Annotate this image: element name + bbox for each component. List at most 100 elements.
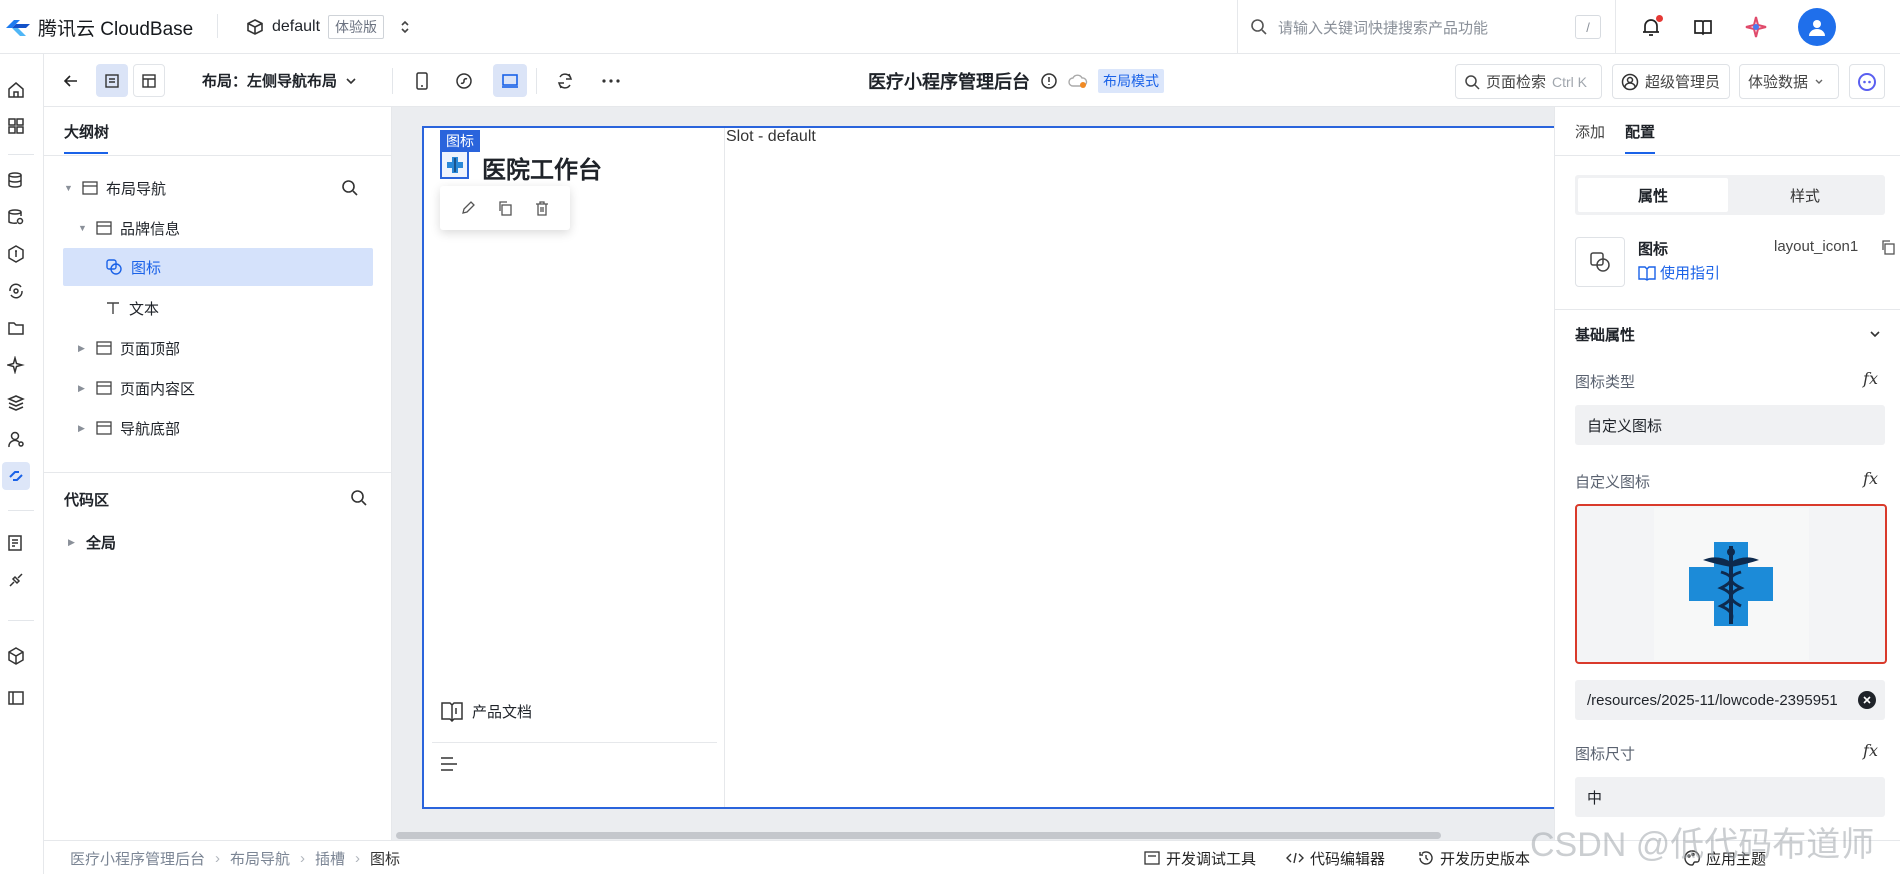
tree-item-text[interactable]: 文本 <box>105 289 159 327</box>
page-search-shortcut: Ctrl K <box>1552 73 1588 90</box>
tree-item-page-top[interactable]: ▶ 页面顶部 <box>78 329 180 367</box>
page-search-button[interactable]: 页面检索 Ctrl K <box>1455 64 1602 99</box>
tab-outline[interactable]: 大纲树 <box>64 121 109 142</box>
package-icon[interactable] <box>2 642 30 670</box>
medical-cross-icon <box>446 156 463 173</box>
log-icon[interactable] <box>2 529 30 557</box>
breadcrumb-item[interactable]: 医疗小程序管理后台 <box>70 848 205 869</box>
more-icon[interactable] <box>594 64 628 97</box>
tree-item-label: 导航底部 <box>120 420 181 438</box>
book-icon[interactable] <box>1692 16 1714 38</box>
data-source-select[interactable]: 体验数据 <box>1739 64 1839 99</box>
search-input[interactable]: 请输入关键词快捷搜索产品功能 <box>1278 17 1575 38</box>
grid-icon[interactable] <box>2 112 30 140</box>
copy-icon[interactable] <box>1880 239 1896 255</box>
delete-icon[interactable] <box>534 200 550 216</box>
icon-size-value: 中 <box>1587 789 1603 807</box>
cloud-status-icon <box>1068 73 1088 89</box>
menu-collapse-icon[interactable] <box>440 756 458 772</box>
terminal-icon <box>1144 851 1160 865</box>
miniprogram-preview-icon[interactable] <box>447 64 481 97</box>
fx-icon[interactable]: fx <box>1863 469 1878 488</box>
ai-sparkle-icon[interactable] <box>2 351 30 379</box>
clear-icon[interactable] <box>1858 691 1876 709</box>
copy-icon[interactable] <box>497 200 513 216</box>
breadcrumb-item[interactable]: 图标 <box>370 848 400 869</box>
icon-path-input[interactable]: /resources/2025-11/lowcode-2395951 <box>1575 680 1885 720</box>
code-editor-button[interactable]: 代码编辑器 <box>1286 841 1385 875</box>
edit-icon[interactable] <box>460 200 476 216</box>
lowcode-icon[interactable] <box>2 462 30 490</box>
history-label: 开发历史版本 <box>1440 850 1531 868</box>
icon-type-select[interactable]: 自定义图标 <box>1575 405 1885 445</box>
avatar[interactable] <box>1798 8 1836 46</box>
tab-config[interactable]: 配置 <box>1625 121 1655 142</box>
icon-path-value: /resources/2025-11/lowcode-2395951 <box>1587 691 1838 709</box>
container-icon <box>96 341 112 355</box>
tree-item-global[interactable]: ▶ 全局 <box>68 523 116 561</box>
env-switcher[interactable]: default 体验版 <box>246 0 410 54</box>
tree-item-page-content[interactable]: ▶ 页面内容区 <box>78 369 195 407</box>
search-icon[interactable] <box>341 179 359 197</box>
theme-button[interactable]: 应用主题 <box>1684 841 1766 875</box>
tree-item-nav-bottom[interactable]: ▶ 导航底部 <box>78 409 180 447</box>
global-search[interactable]: 请输入关键词快捷搜索产品功能 / <box>1237 0 1616 54</box>
tree-item-icon[interactable]: 图标 <box>63 248 373 286</box>
role-button[interactable]: 超级管理员 <box>1612 64 1730 99</box>
mobile-preview-icon[interactable] <box>405 64 439 97</box>
chevron-right-icon: › <box>355 849 361 867</box>
seg-style[interactable]: 样式 <box>1730 178 1880 212</box>
tree-item-label: 图标 <box>131 259 162 277</box>
info-icon[interactable] <box>1040 72 1058 90</box>
bell-icon[interactable] <box>1640 15 1663 38</box>
selected-icon[interactable] <box>440 150 469 179</box>
cloud-sync-icon[interactable] <box>2 277 30 305</box>
back-icon[interactable] <box>54 64 88 97</box>
breadcrumb-item[interactable]: 布局导航 <box>230 848 290 869</box>
layers-icon[interactable] <box>2 388 30 416</box>
brand[interactable]: 腾讯云 CloudBase <box>0 0 193 54</box>
collapse-sidebar-icon[interactable] <box>2 684 30 712</box>
page-title: 医疗小程序管理后台 <box>868 71 1030 92</box>
breadcrumb-item[interactable]: 插槽 <box>315 848 345 869</box>
history-button[interactable]: 开发历史版本 <box>1418 841 1530 875</box>
ai-assistant-button[interactable] <box>1849 64 1885 99</box>
chevron-down-icon[interactable] <box>1869 328 1881 340</box>
palette-icon <box>1684 850 1700 866</box>
section-basic[interactable]: 基础属性 <box>1575 324 1635 345</box>
database-search-icon[interactable] <box>2 203 30 231</box>
outline-view-button[interactable] <box>96 64 128 97</box>
refresh-icon[interactable] <box>548 64 582 97</box>
function-icon[interactable] <box>2 240 30 268</box>
layout-view-button[interactable] <box>133 64 165 97</box>
outline-panel: 大纲树 ▼ 布局导航 ▼ 品牌信息 图标 文本 ▶ 页面顶部 ▶ 页面内容区 ▶… <box>44 107 392 840</box>
medical-caduceus-icon <box>1689 542 1773 626</box>
storage-icon[interactable] <box>2 314 30 342</box>
tree-item-brand-info[interactable]: ▼ 品牌信息 <box>78 209 180 247</box>
book-icon <box>440 700 464 722</box>
plugin-icon[interactable] <box>2 566 30 594</box>
icon-upload-preview[interactable] <box>1575 504 1887 664</box>
layout-sidebar[interactable]: 图标 医院工作台 产品文档 <box>424 128 725 807</box>
debug-tool-button[interactable]: 开发调试工具 <box>1144 841 1256 875</box>
icon-type-value: 自定义图标 <box>1587 417 1663 435</box>
horizontal-scrollbar[interactable] <box>396 832 1441 839</box>
tree-item-label: 文本 <box>129 300 160 318</box>
tree-item-layout-nav[interactable]: ▼ 布局导航 <box>64 169 166 207</box>
home-icon[interactable] <box>2 76 30 104</box>
layout-select[interactable]: 布局：左侧导航布局 <box>202 54 357 107</box>
database-icon[interactable] <box>2 166 30 194</box>
tab-add[interactable]: 添加 <box>1575 121 1605 142</box>
doc-link[interactable]: 产品文档 <box>440 700 532 722</box>
seg-props[interactable]: 属性 <box>1578 178 1728 212</box>
fx-icon[interactable]: fx <box>1863 741 1878 760</box>
component-id: layout_icon1 <box>1774 238 1859 255</box>
icon-size-select[interactable]: 中 <box>1575 777 1885 817</box>
page-frame[interactable]: 图标 医院工作台 产品文档 Slot - default <box>422 126 1554 809</box>
desktop-preview-icon[interactable] <box>493 64 527 97</box>
guide-link[interactable]: 使用指引 <box>1638 262 1720 283</box>
user-admin-icon[interactable] <box>2 425 30 453</box>
fx-icon[interactable]: fx <box>1863 369 1878 388</box>
ai-star-icon[interactable] <box>1744 15 1768 39</box>
search-icon[interactable] <box>350 489 368 507</box>
